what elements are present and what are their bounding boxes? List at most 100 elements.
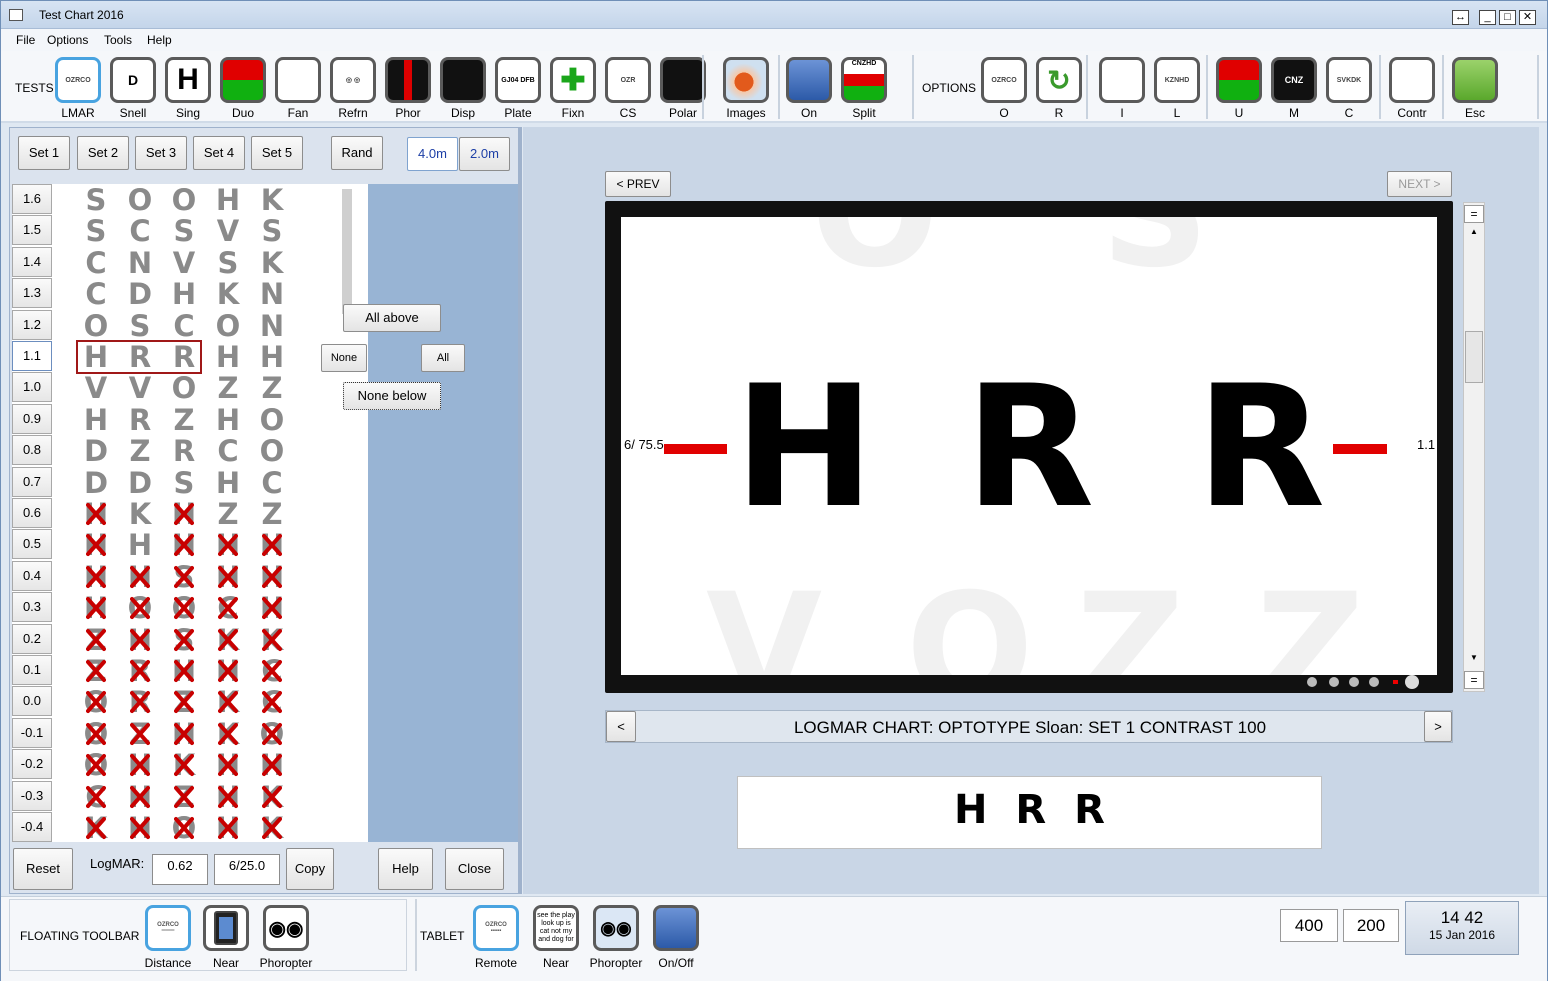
row-label-1.2[interactable]: 1.2: [12, 309, 52, 340]
test-on-button[interactable]: On: [784, 55, 834, 120]
snellen-value-field[interactable]: 6/25.0: [214, 854, 280, 885]
scroll-up-arrow-icon[interactable]: ▲: [1464, 227, 1484, 241]
none-below-button[interactable]: None below: [343, 382, 441, 410]
chart-letter[interactable]: S: [250, 216, 294, 246]
set-2-button[interactable]: Set 2: [77, 136, 129, 170]
chart-letter[interactable]: H: [206, 185, 250, 215]
chart-letter[interactable]: H: [162, 530, 206, 560]
chart-letter[interactable]: S: [74, 216, 118, 246]
chart-letter[interactable]: K: [162, 750, 206, 780]
on-off-button[interactable]: On/Off: [651, 903, 701, 970]
row-label-1.4[interactable]: 1.4: [12, 246, 52, 277]
row-label--0.2[interactable]: -0.2: [12, 749, 52, 780]
test-cs-button[interactable]: OZR CS: [603, 55, 653, 120]
chart-letter[interactable]: O: [162, 813, 206, 843]
logmar-value-field[interactable]: 0.62: [152, 854, 208, 885]
chart-letter[interactable]: H: [206, 782, 250, 812]
row-label--0.4[interactable]: -0.4: [12, 812, 52, 842]
row-label-1.1[interactable]: 1.1: [12, 341, 52, 371]
menu-help[interactable]: Help: [147, 33, 172, 47]
row-label-1.5[interactable]: 1.5: [12, 215, 52, 246]
chart-letter[interactable]: K: [250, 782, 294, 812]
chart-letter[interactable]: K: [250, 185, 294, 215]
chart-letter[interactable]: H: [206, 405, 250, 435]
chart-letter[interactable]: H: [162, 656, 206, 686]
distance-2m-button[interactable]: 2.0m: [459, 137, 510, 171]
chart-letter[interactable]: D: [74, 436, 118, 466]
chart-letter[interactable]: N: [118, 248, 162, 278]
scroll-bottom-button[interactable]: =: [1464, 671, 1484, 689]
chart-letter[interactable]: H: [206, 342, 250, 372]
row-label-0.1[interactable]: 0.1: [12, 655, 52, 685]
chart-letter[interactable]: H: [206, 656, 250, 686]
chart-letter[interactable]: V: [118, 373, 162, 403]
next-button[interactable]: NEXT >: [1387, 171, 1452, 197]
chart-letter[interactable]: S: [118, 311, 162, 341]
chart-letter[interactable]: K: [206, 687, 250, 717]
option-r-button[interactable]: ↻ R: [1034, 55, 1084, 120]
chart-letter[interactable]: R: [118, 656, 162, 686]
chart-letter[interactable]: S: [162, 562, 206, 592]
row-label-0.4[interactable]: 0.4: [12, 560, 52, 591]
option-m-button[interactable]: CNZ M: [1269, 55, 1319, 120]
option-u-button[interactable]: U: [1214, 55, 1264, 120]
chart-letter[interactable]: Z: [118, 436, 162, 466]
chart-letter[interactable]: Z: [118, 719, 162, 749]
chart-letter[interactable]: D: [74, 468, 118, 498]
option-esc-button[interactable]: Esc: [1450, 55, 1500, 120]
row-label-0.0[interactable]: 0.0: [12, 686, 52, 717]
menu-tools[interactable]: Tools: [104, 33, 132, 47]
close-window-button[interactable]: ✕: [1519, 10, 1536, 25]
chart-letter[interactable]: S: [162, 468, 206, 498]
all-button[interactable]: All: [421, 344, 465, 372]
chart-letter[interactable]: H: [250, 562, 294, 592]
test-sing-button[interactable]: H Sing: [163, 55, 213, 120]
chart-letter[interactable]: H: [118, 625, 162, 655]
set-4-button[interactable]: Set 4: [193, 136, 245, 170]
chart-letter[interactable]: H: [74, 593, 118, 623]
chart-letter[interactable]: O: [74, 687, 118, 717]
chart-letter[interactable]: H: [118, 562, 162, 592]
row-label--0.3[interactable]: -0.3: [12, 780, 52, 811]
test-fan-button[interactable]: Fan: [273, 55, 323, 120]
tablet-phoropter-button[interactable]: ◉◉ Phoropter: [590, 903, 642, 970]
chart-letter[interactable]: H: [74, 562, 118, 592]
chart-letter[interactable]: H: [206, 530, 250, 560]
test-plate-button[interactable]: GJ04 DFB Plate: [493, 55, 543, 120]
reset-button[interactable]: Reset: [13, 848, 73, 890]
chart-letter[interactable]: Z: [206, 373, 250, 403]
chart-letter[interactable]: K: [206, 279, 250, 309]
chart-letter[interactable]: O: [74, 750, 118, 780]
row-label-0.7[interactable]: 0.7: [12, 466, 52, 497]
chart-letter[interactable]: H: [250, 593, 294, 623]
scroll-top-button[interactable]: =: [1464, 205, 1484, 223]
chart-letter[interactable]: H: [250, 342, 294, 372]
near-button[interactable]: Near: [201, 903, 251, 970]
option-c-button[interactable]: SVKDK C: [1324, 55, 1374, 120]
row-label-1.3[interactable]: 1.3: [12, 278, 52, 309]
test-images-button[interactable]: Images: [721, 55, 771, 120]
chart-letter[interactable]: Z: [206, 499, 250, 529]
test-split-button[interactable]: CNZHD Split: [839, 55, 889, 120]
prev-button[interactable]: < PREV: [605, 171, 671, 197]
set-3-button[interactable]: Set 3: [135, 136, 187, 170]
chart-letter[interactable]: O: [162, 185, 206, 215]
chart-letter[interactable]: R: [118, 405, 162, 435]
menu-options[interactable]: Options: [47, 33, 88, 47]
minimize-button[interactable]: _: [1479, 10, 1496, 25]
chart-letter[interactable]: O: [206, 311, 250, 341]
chart-letter[interactable]: C: [250, 656, 294, 686]
maximize-button[interactable]: □: [1499, 10, 1516, 25]
chart-letter[interactable]: H: [206, 468, 250, 498]
chart-letter[interactable]: H: [118, 530, 162, 560]
chart-letter[interactable]: O: [118, 185, 162, 215]
width-field[interactable]: 400: [1280, 909, 1338, 942]
chart-letter[interactable]: H: [74, 499, 118, 529]
chart-letter[interactable]: S: [162, 625, 206, 655]
chart-letter[interactable]: C: [118, 216, 162, 246]
chart-letter[interactable]: H: [74, 405, 118, 435]
row-label-0.6[interactable]: 0.6: [12, 498, 52, 528]
row-label-0.3[interactable]: 0.3: [12, 592, 52, 623]
chart-letter[interactable]: Z: [74, 625, 118, 655]
chart-letter[interactable]: H: [206, 750, 250, 780]
